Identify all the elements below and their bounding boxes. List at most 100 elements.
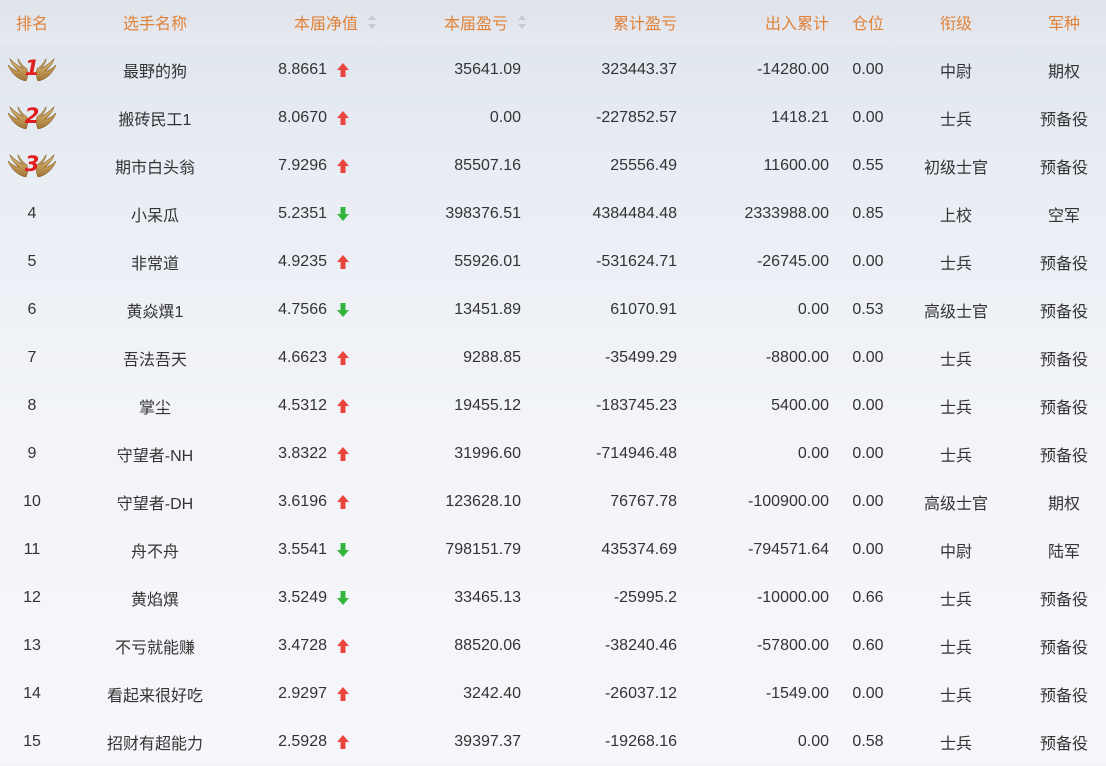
- branch: 预备役: [1039, 688, 1088, 705]
- rank-title: 士兵: [939, 736, 972, 753]
- table-row[interactable]: 5 非常道 4.9235 55926.01 -531624.71 -26745.00 0.0…: [0, 238, 1106, 286]
- rank-title: 高级士官: [923, 496, 988, 513]
- arrow-up-icon: [336, 638, 350, 654]
- player-name[interactable]: 吾法吾天: [74, 334, 236, 382]
- table-row[interactable]: 7 吾法吾天 4.6623 9288.85 -35499.29 -8800.00 0.00 士…: [0, 334, 1106, 382]
- player-name[interactable]: 非常道: [74, 238, 236, 286]
- player-name[interactable]: 不亏就能赚: [74, 622, 236, 670]
- table-row[interactable]: 2 搬砖民工1 8.0670 0.00 -227852.57 1418.21 0.00 士兵 预…: [0, 94, 1106, 142]
- player-name[interactable]: 搬砖民工1: [74, 94, 236, 142]
- rank-title: 士兵: [939, 256, 972, 273]
- header-round-pnl[interactable]: 本届盈亏: [380, 0, 526, 44]
- position: 0.00: [852, 109, 884, 126]
- table-row[interactable]: 3 期市白头翁 7.9296 85507.16 25556.49 11600.00 0.55…: [0, 142, 1106, 190]
- position: 0.00: [852, 349, 884, 366]
- net-value-cell: 3.4728: [230, 622, 350, 670]
- table-row[interactable]: 8 掌尘 4.5312 19455.12 -183745.23 5400.00 0.00 士兵…: [0, 382, 1106, 430]
- sort-icon[interactable]: [368, 15, 376, 29]
- net-value: 3.8322: [278, 445, 327, 462]
- cash-flow: 0.00: [797, 733, 829, 750]
- arrow-up-icon: [336, 494, 350, 510]
- position: 0.00: [852, 253, 884, 270]
- rank-number: 4: [27, 205, 37, 222]
- rank-number: 15: [23, 733, 41, 750]
- round-pnl: 85507.16: [454, 157, 521, 174]
- cash-flow: -14280.00: [756, 61, 829, 78]
- total-pnl: -714946.48: [596, 445, 677, 462]
- position: 0.00: [852, 493, 884, 510]
- table-row[interactable]: 12 黄焰熼 3.5249 33465.13 -25995.2 -10000.00 0.66…: [0, 574, 1106, 622]
- rank-number: 8: [27, 397, 37, 414]
- table-row[interactable]: 10 守望者-DH 3.6196 123628.10 76767.78 -100900.0…: [0, 478, 1106, 526]
- net-value-cell: 3.8322: [230, 430, 350, 478]
- cash-flow: -26745.00: [756, 253, 829, 270]
- round-pnl: 0.00: [489, 109, 521, 126]
- player-name[interactable]: 黄焰熼: [74, 574, 236, 622]
- total-pnl: -19268.16: [604, 733, 677, 750]
- round-pnl: 3242.40: [463, 685, 521, 702]
- header-net-value[interactable]: 本届净值: [230, 0, 376, 44]
- rank-cell: 1: [0, 46, 64, 94]
- rank-title: 士兵: [939, 640, 972, 657]
- net-value: 4.7566: [278, 301, 327, 318]
- total-pnl: -25995.2: [613, 589, 677, 606]
- table-row[interactable]: 6 黄焱熼1 4.7566 13451.89 61070.91 0.00 0.53 高级士官 预…: [0, 286, 1106, 334]
- winged-medal-icon: 2: [6, 101, 58, 135]
- net-value: 3.6196: [278, 493, 327, 510]
- net-value: 4.9235: [278, 253, 327, 270]
- player-name[interactable]: 看起来很好吃: [74, 670, 236, 718]
- branch: 陆军: [1047, 544, 1080, 561]
- cash-flow: 2333988.00: [744, 205, 829, 222]
- table-row[interactable]: 4 小呆瓜 5.2351 398376.51 4384484.48 2333988.00 0…: [0, 190, 1106, 238]
- sort-icon[interactable]: [518, 15, 526, 29]
- arrow-up-icon: [336, 398, 350, 414]
- total-pnl: -38240.46: [604, 637, 677, 654]
- cash-flow: 5400.00: [771, 397, 829, 414]
- arrow-down-icon: [336, 206, 350, 222]
- player-name[interactable]: 舟不舟: [74, 526, 236, 574]
- player-name[interactable]: 黄焱熼1: [74, 286, 236, 334]
- total-pnl: 435374.69: [601, 541, 677, 558]
- table-row[interactable]: 11 舟不舟 3.5541 798151.79 435374.69 -794571.64 0…: [0, 526, 1106, 574]
- net-value-cell: 3.5541: [230, 526, 350, 574]
- player-name[interactable]: 守望者-DH: [74, 478, 236, 526]
- branch: 预备役: [1039, 112, 1088, 129]
- winged-medal-icon: 3: [6, 149, 58, 183]
- total-pnl: -183745.23: [596, 397, 677, 414]
- player-name[interactable]: 小呆瓜: [74, 190, 236, 238]
- player-name[interactable]: 掌尘: [74, 382, 236, 430]
- position: 0.00: [852, 445, 884, 462]
- player-name[interactable]: 期市白头翁: [74, 142, 236, 190]
- rank-title: 士兵: [939, 352, 972, 369]
- table-header: 排名 选手名称 本届净值 本届盈亏 累计盈亏 出入累计 仓位 衔级 军种: [0, 0, 1106, 44]
- position: 0.85: [852, 205, 884, 222]
- rank-number: 3: [24, 152, 40, 176]
- position: 0.53: [852, 301, 884, 318]
- rank-number: 10: [23, 493, 41, 510]
- table-row[interactable]: 9 守望者-NH 3.8322 31996.60 -714946.48 0.00 0.00 士…: [0, 430, 1106, 478]
- cash-flow: 1418.21: [771, 109, 829, 126]
- player-name[interactable]: 守望者-NH: [74, 430, 236, 478]
- branch: 预备役: [1039, 592, 1088, 609]
- total-pnl: 4384484.48: [592, 205, 677, 222]
- table-row[interactable]: 15 招财有超能力 2.5928 39397.37 -19268.16 0.00 0.58 士…: [0, 718, 1106, 766]
- net-value-cell: 7.9296: [230, 142, 350, 190]
- rank-cell: 3: [0, 142, 64, 190]
- cash-flow: -100900.00: [748, 493, 829, 510]
- table-row[interactable]: 14 看起来很好吃 2.9297 3242.40 -26037.12 -1549.00 0.…: [0, 670, 1106, 718]
- net-value-cell: 2.5928: [230, 718, 350, 766]
- position: 0.66: [852, 589, 884, 606]
- table-row[interactable]: 1 最野的狗 8.8661 35641.09 323443.37 -14280.00 0.0…: [0, 46, 1106, 94]
- arrow-up-icon: [336, 158, 350, 174]
- position: 0.58: [852, 733, 884, 750]
- net-value-cell: 4.5312: [230, 382, 350, 430]
- player-name[interactable]: 最野的狗: [74, 46, 236, 94]
- player-name[interactable]: 招财有超能力: [74, 718, 236, 766]
- branch: 空军: [1047, 208, 1080, 225]
- rank-title: 士兵: [939, 592, 972, 609]
- table-row[interactable]: 13 不亏就能赚 3.4728 88520.06 -38240.46 -57800.00 0…: [0, 622, 1106, 670]
- header-net-value-label: 本届净值: [293, 16, 358, 33]
- total-pnl: -35499.29: [604, 349, 677, 366]
- ranking-table: 排名 选手名称 本届净值 本届盈亏 累计盈亏 出入累计 仓位 衔级 军种 1 最野…: [0, 0, 1106, 763]
- rank-number: 13: [23, 637, 41, 654]
